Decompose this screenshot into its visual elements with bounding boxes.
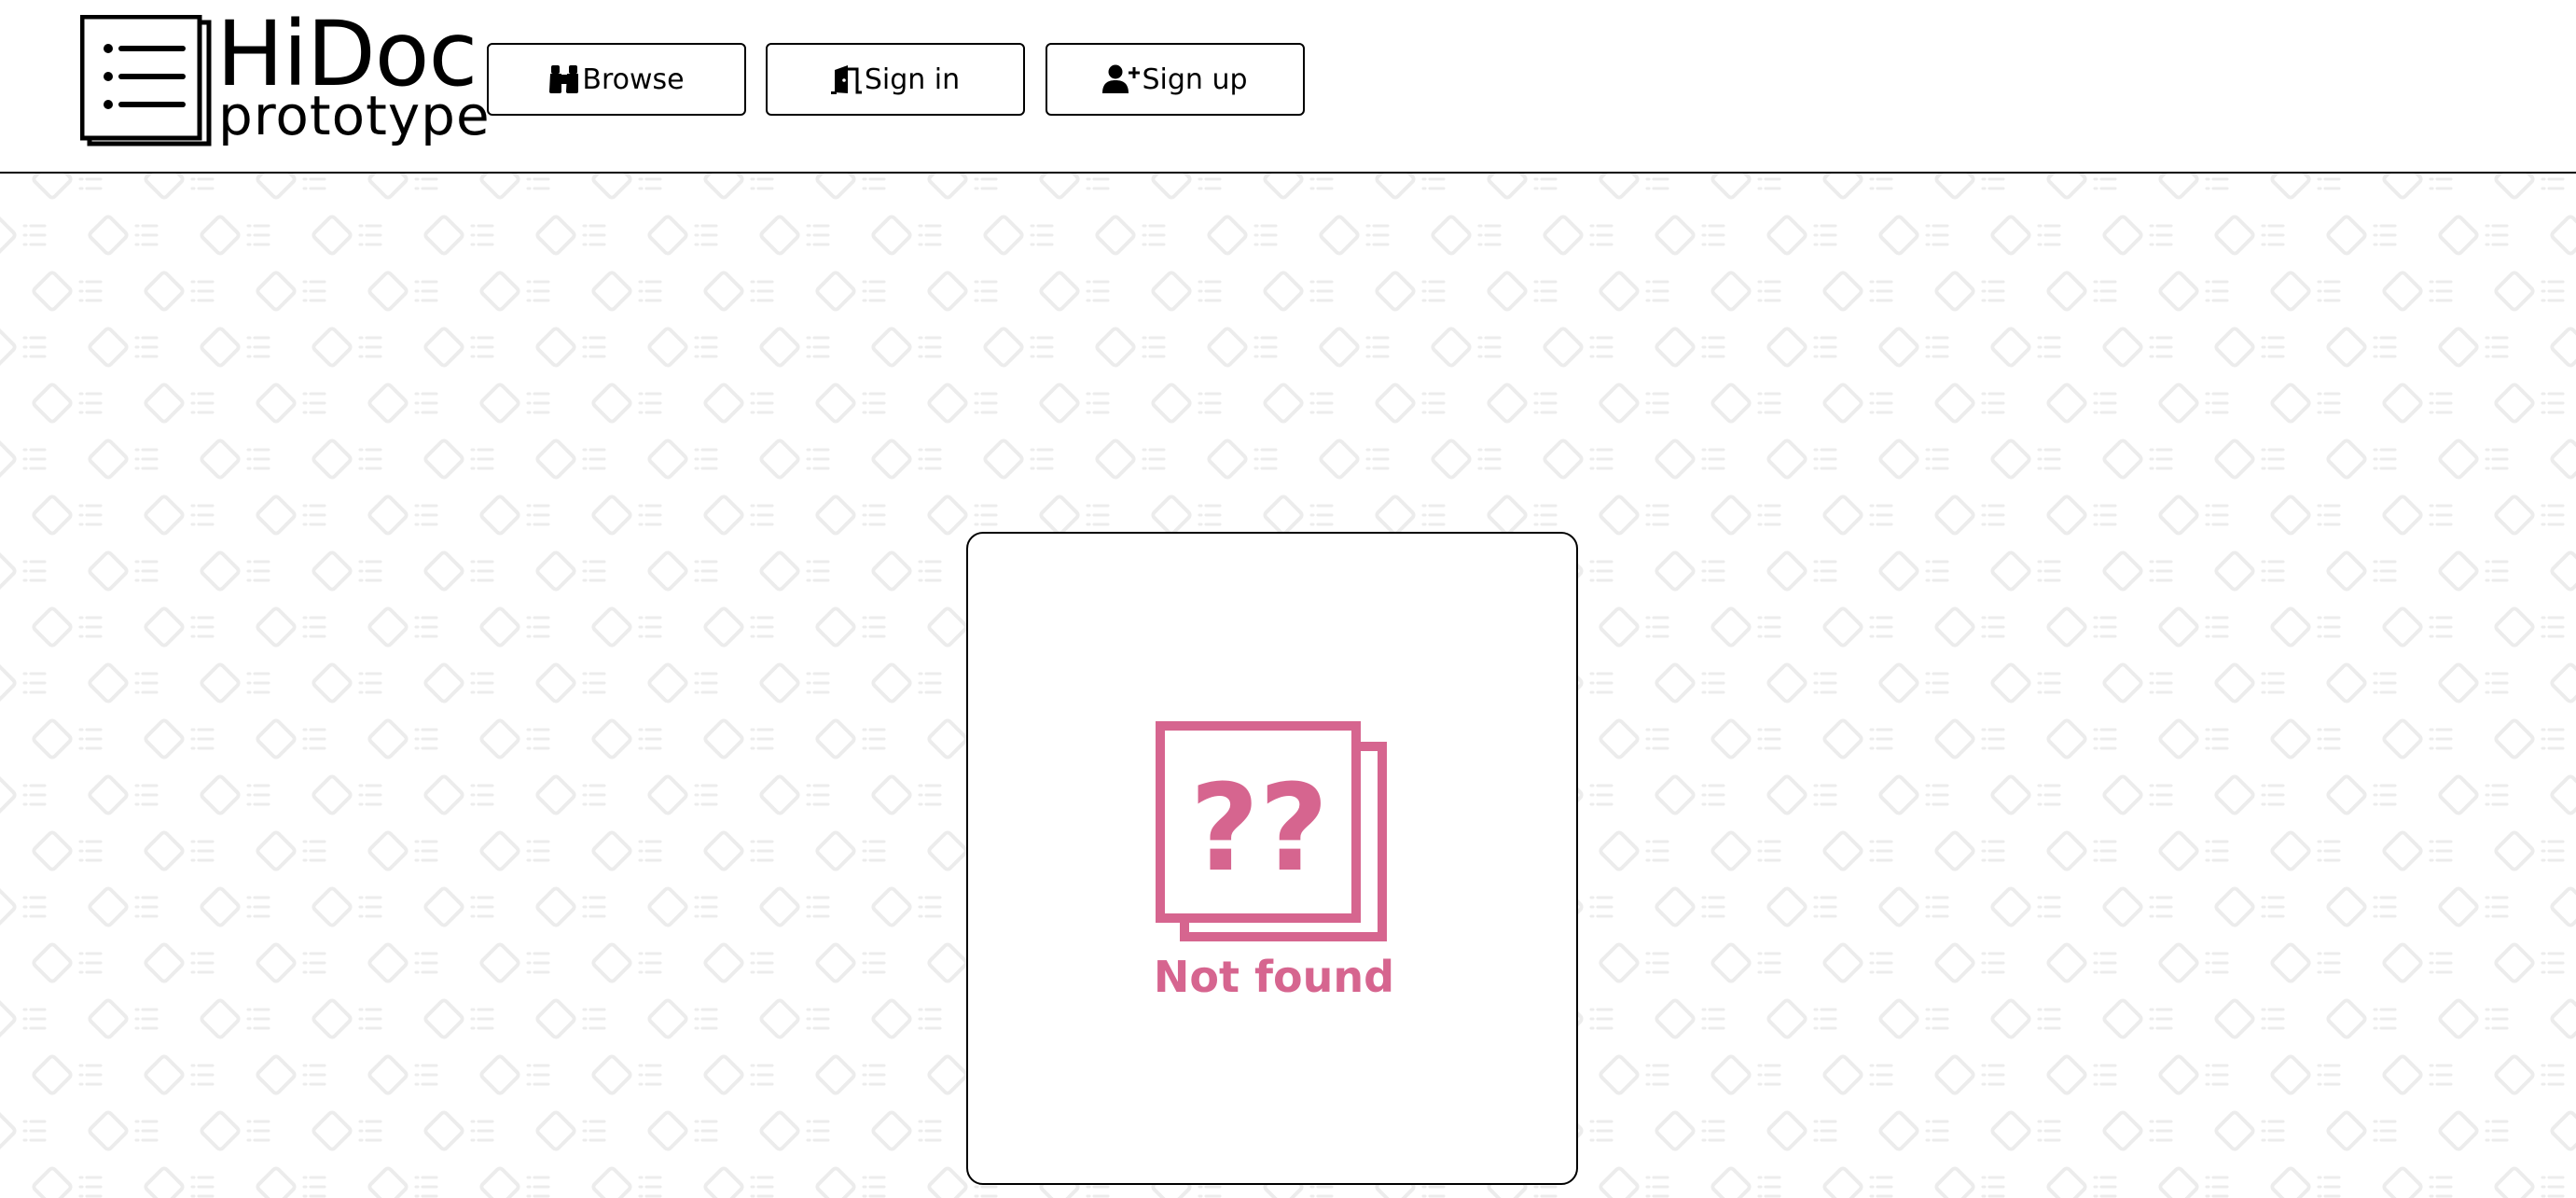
site-logo[interactable]: HiDoc prototype	[80, 2, 490, 155]
logo-subtitle: prototype	[218, 84, 491, 147]
main-content: ?? Not found	[0, 174, 2576, 1198]
binoculars-icon	[549, 65, 579, 93]
sign-up-button[interactable]: Sign up	[1046, 43, 1305, 116]
browse-button[interactable]: Browse	[487, 43, 746, 116]
sign-up-label: Sign up	[1142, 63, 1248, 96]
door-enter-icon	[830, 65, 862, 94]
top-header: HiDoc prototype Browse Sign in Sign up	[0, 0, 2576, 174]
question-marks-glyph: ??	[1190, 759, 1329, 898]
document-list-icon	[80, 15, 212, 146]
not-found-card: ?? Not found	[966, 532, 1578, 1185]
user-plus-icon	[1102, 64, 1141, 93]
question-documents-icon: ??	[1156, 721, 1387, 941]
browse-label: Browse	[582, 63, 685, 96]
sign-in-button[interactable]: Sign in	[766, 43, 1025, 116]
not-found-message: Not found	[1153, 952, 1395, 1002]
sign-in-label: Sign in	[864, 63, 961, 96]
